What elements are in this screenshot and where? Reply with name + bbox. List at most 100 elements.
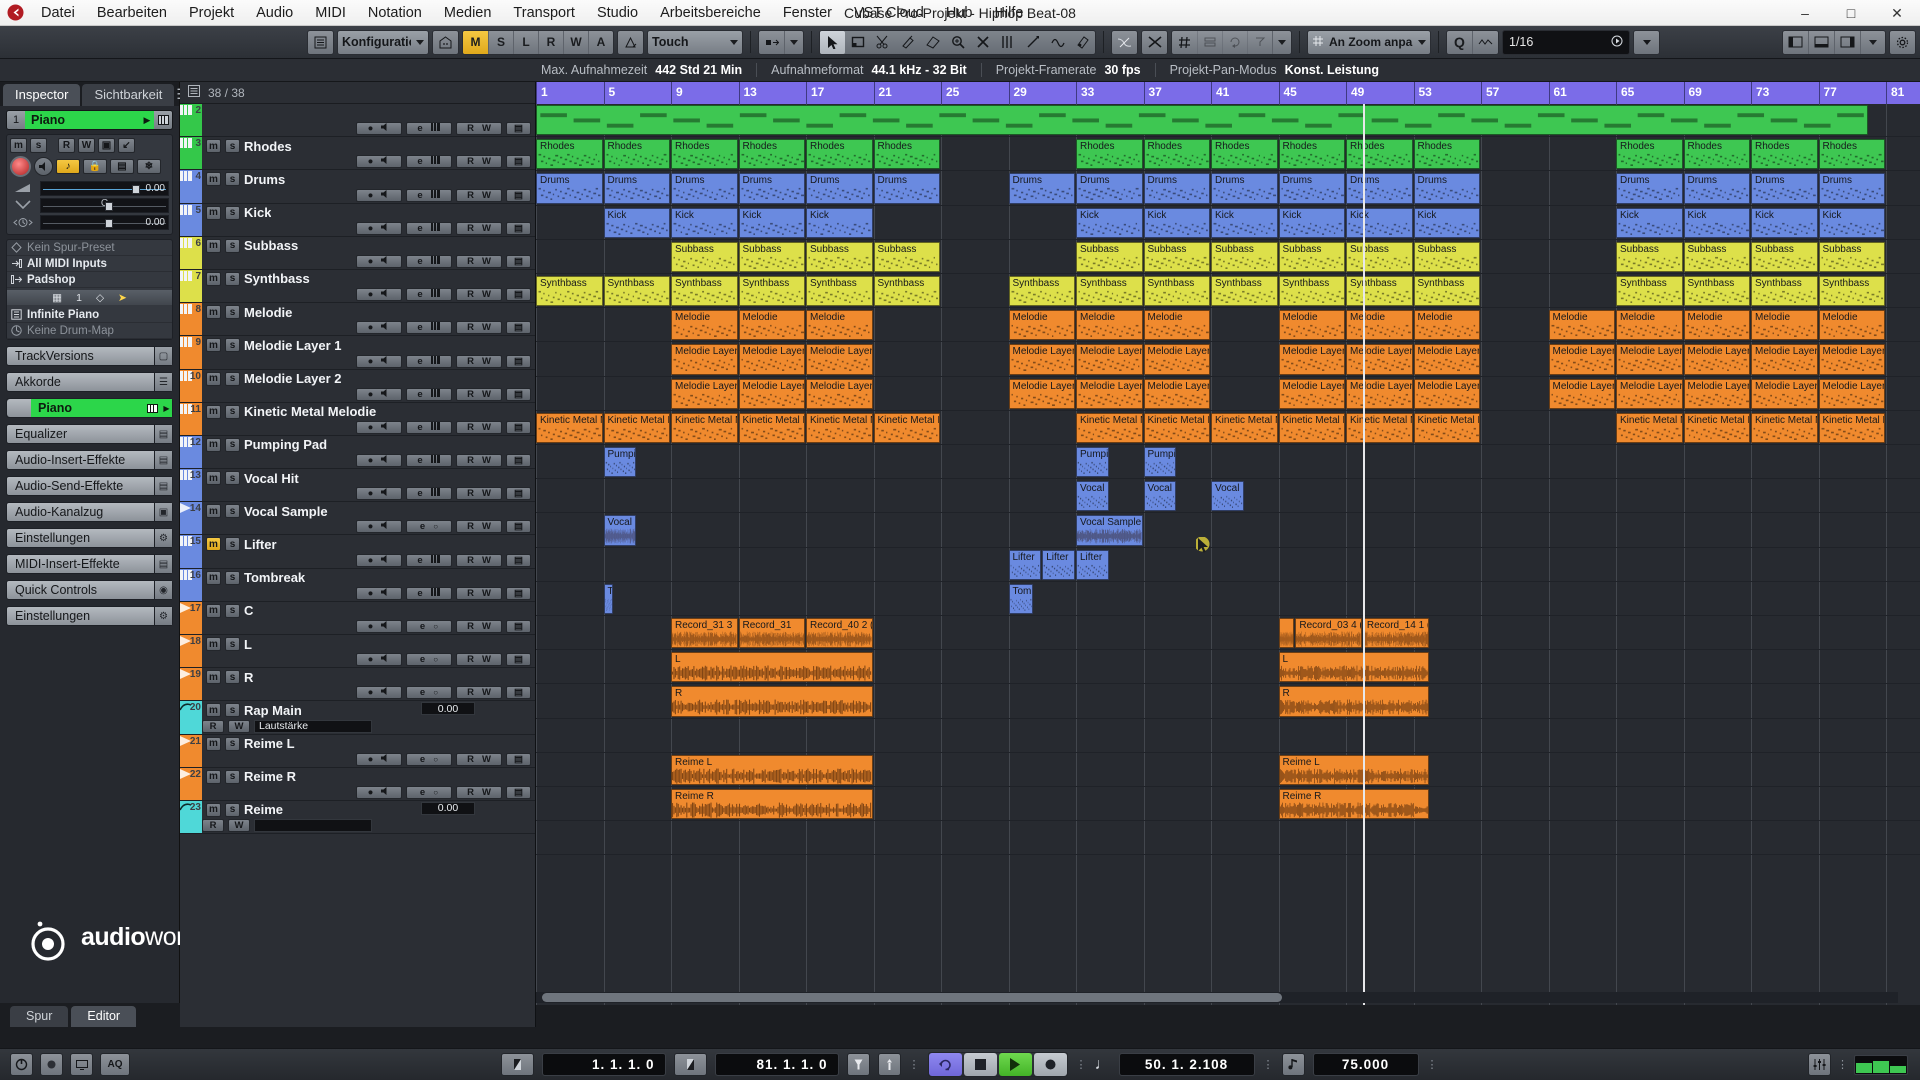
clip[interactable]: Rhodes: [1144, 139, 1211, 169]
track-lane-button[interactable]: ▤: [506, 753, 531, 766]
track-body[interactable]: m s Lifter ● e R W ▤: [202, 535, 535, 567]
window-layout-icon[interactable]: [433, 31, 458, 54]
track-edit-buttons[interactable]: e ○: [406, 753, 452, 766]
clip[interactable]: Melodie Layer 2: [1144, 379, 1211, 409]
track-row[interactable]: 16 m s Tombreak ● e R W ▤: [180, 569, 535, 602]
play-button[interactable]: [999, 1053, 1032, 1076]
line-tool-icon[interactable]: [1020, 31, 1045, 54]
track-lane-button[interactable]: ▤: [506, 554, 531, 567]
color-tool-icon[interactable]: [1070, 31, 1095, 54]
track-body[interactable]: m s Vocal Sample ● e ○ R W ▤: [202, 502, 535, 534]
clip[interactable]: Kinetic Metal Melodie: [671, 413, 738, 443]
tempo-display[interactable]: 75.000: [1313, 1053, 1419, 1076]
ruler-bar-33[interactable]: 33: [1076, 82, 1094, 104]
track-automation-buttons[interactable]: RW: [456, 786, 502, 799]
write-automation-button[interactable]: W: [228, 720, 250, 733]
clip[interactable]: Kick: [604, 208, 671, 238]
inspector-section-quick-controls[interactable]: Quick Controls ◉: [6, 580, 173, 600]
track-row[interactable]: 11 m s Kinetic Metal Melodie ● e R W ▤: [180, 403, 535, 436]
grid-dropdown[interactable]: [1272, 31, 1291, 54]
track-color-strip[interactable]: 12: [180, 436, 202, 468]
track-solo-button[interactable]: s: [225, 438, 240, 452]
lower-zone-icon[interactable]: [1808, 31, 1834, 54]
track-color-strip[interactable]: 16: [180, 569, 202, 601]
track-automation-buttons[interactable]: RW: [456, 520, 502, 533]
clip[interactable]: Subbass: [739, 242, 806, 272]
track-body[interactable]: m s Rap Main R W Lautstärke 0.00: [202, 701, 535, 733]
track-header-row[interactable]: m s Reime L: [202, 735, 535, 752]
track-mute-button[interactable]: m: [206, 604, 221, 618]
track-color-strip[interactable]: 2: [180, 104, 202, 136]
state-button-r[interactable]: R: [538, 31, 563, 54]
state-button-s[interactable]: S: [488, 31, 513, 54]
track-body[interactable]: m s Kick ● e R W ▤: [202, 204, 535, 236]
track-header-row[interactable]: msR: [202, 668, 535, 685]
track-automation-buttons[interactable]: RW: [456, 454, 502, 467]
track-body[interactable]: m s L ● e ○ R W ▤: [202, 635, 535, 667]
track-header-row[interactable]: m s Vocal Sample: [202, 502, 535, 519]
track-body[interactable]: m s Synthbass ● e R W ▤: [202, 270, 535, 302]
track-lane-button[interactable]: ▤: [506, 388, 531, 401]
clip[interactable]: Melodie Layer 1: [1549, 344, 1616, 374]
clip[interactable]: Tombreak: [604, 584, 613, 614]
track-body[interactable]: m s Rhodes ● e R W ▤: [202, 137, 535, 169]
track-button-row[interactable]: ● e ○ R W ▤: [356, 786, 531, 799]
fader-track-2[interactable]: 0.00: [40, 215, 169, 230]
track-color-strip[interactable]: 20: [180, 701, 202, 733]
record-button[interactable]: [1034, 1053, 1067, 1076]
track-solo-button[interactable]: s: [225, 537, 240, 551]
clip[interactable]: Reime L: [671, 755, 873, 785]
clip[interactable]: Kinetic Metal Melodie: [1616, 413, 1683, 443]
mixer-icon[interactable]: [1808, 1053, 1831, 1076]
track-record-monitor[interactable]: ●: [356, 587, 402, 600]
record-mode-icon[interactable]: [40, 1053, 63, 1076]
chevron-down-icon[interactable]: [1418, 40, 1426, 45]
track-name[interactable]: Vocal Sample: [244, 504, 328, 519]
clip[interactable]: Rhodes: [536, 139, 603, 169]
inspector-mini-strip[interactable]: ▦ 1 ◇ ➤: [7, 290, 172, 305]
track-body[interactable]: m s Melodie Layer 2 ● e R W ▤: [202, 370, 535, 402]
track-record-monitor[interactable]: ●: [356, 786, 402, 799]
ruler-bar-25[interactable]: 25: [941, 82, 959, 104]
track-name[interactable]: Rhodes: [244, 139, 292, 154]
clip[interactable]: Synthbass: [1279, 276, 1346, 306]
clip[interactable]: Synthbass: [1346, 276, 1413, 306]
track-edit-buttons[interactable]: e: [406, 189, 452, 202]
keyboard-button[interactable]: ▤: [110, 159, 134, 174]
track-solo-button[interactable]: s: [225, 571, 240, 585]
clip[interactable]: Record_03 4 (R: [1295, 618, 1362, 648]
track-color-strip[interactable]: 15: [180, 535, 202, 567]
track-automation-buttons[interactable]: RW: [456, 122, 502, 135]
clip[interactable]: Kick: [1684, 208, 1751, 238]
clip[interactable]: Rhodes: [1076, 139, 1143, 169]
track-color-strip[interactable]: 3: [180, 137, 202, 169]
track-solo-button[interactable]: s: [225, 703, 240, 717]
freeze-button[interactable]: ❄: [137, 159, 161, 174]
clip[interactable]: Melodie: [1684, 310, 1751, 340]
clip[interactable]: Subbass: [1684, 242, 1751, 272]
clip[interactable]: Kinetic Metal Melodie: [1076, 413, 1143, 443]
clip[interactable]: Kick: [1751, 208, 1818, 238]
track-color-strip[interactable]: 19: [180, 668, 202, 700]
footer-tab-editor[interactable]: Editor: [71, 1006, 136, 1027]
track-solo-button[interactable]: s: [225, 604, 240, 618]
clip[interactable]: Melodie: [1076, 310, 1143, 340]
clip[interactable]: Drums: [1279, 173, 1346, 203]
arrangement-area[interactable]: 1 5 9 13 17 21 25 29 33 37 41 45 49 53 57 61 65 69 73 77 81 …: [536, 82, 1920, 1027]
aq-button[interactable]: AQ: [100, 1053, 130, 1076]
track-rows[interactable]: 2 ● e R W ▤ 3 m s Rhodes ● e R W ▤ 4 m s Drums ● e R W ▤ 5 m s Kick…: [180, 104, 535, 834]
clip[interactable]: Rhodes: [806, 139, 873, 169]
configurations-combo[interactable]: Konfigurationen: [337, 30, 429, 55]
track-automation-buttons[interactable]: RW: [456, 587, 502, 600]
clip[interactable]: Rhodes: [1211, 139, 1278, 169]
clip[interactable]: Kinetic Metal Melodie: [604, 413, 671, 443]
routing-input[interactable]: All MIDI Inputs: [7, 256, 172, 272]
clip[interactable]: Melodie Layer 2: [1346, 379, 1413, 409]
track-name[interactable]: Reime: [244, 802, 283, 817]
track-name[interactable]: Subbass: [244, 238, 298, 253]
clip[interactable]: Melodie Layer 1: [1346, 344, 1413, 374]
midi-channel-button[interactable]: ♪: [56, 159, 80, 174]
clip[interactable]: Kinetic Metal Melodie: [1819, 413, 1886, 443]
zoom-tool-icon[interactable]: [945, 31, 970, 54]
clip[interactable]: Rhodes: [874, 139, 941, 169]
